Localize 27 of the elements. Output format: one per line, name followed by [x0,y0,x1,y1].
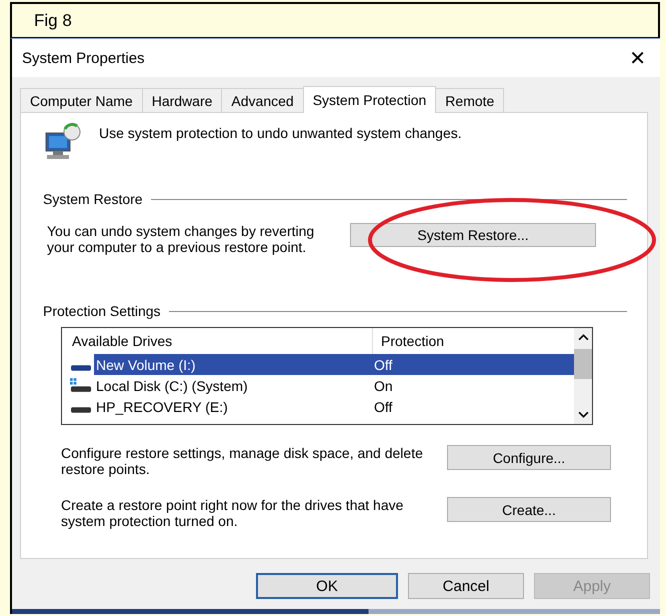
drive-row[interactable]: Local Disk (C:) (System) On [94,375,574,396]
column-header[interactable]: Protection [373,333,444,349]
drive-row[interactable]: New Volume (I:) Off [94,354,574,375]
drive-icon [71,407,91,413]
description-text: You can undo system changes by reverting your computer to a previous restore point. [46,223,316,255]
scroll-down-icon[interactable] [578,411,588,418]
description-text: Configure restore settings, manage disk space, and delete restore points. [60,445,424,477]
scroll-up-icon[interactable] [578,334,588,341]
system-drive-icon [70,378,92,393]
close-button[interactable]: ✕ [625,46,650,70]
window-title: System Properties [22,50,145,66]
dialog-button[interactable]: OK [256,573,398,599]
dialog-button[interactable]: Cancel [408,573,524,599]
tab[interactable]: Computer Name [20,88,143,112]
system-restore-button[interactable]: System Restore... [350,223,596,247]
section-heading: Protection Settings [43,303,161,319]
intro-text: Use system protection to undo unwanted system changes. [99,125,462,141]
tab[interactable]: Remote [435,88,504,112]
tab[interactable]: System Protection [302,86,436,113]
section-heading: System Restore [43,191,143,207]
scrollbar[interactable] [574,328,592,424]
drive-row[interactable]: HP_RECOVERY (E:) Off [94,396,574,417]
computer-restore-icon [43,121,83,161]
drive-icon [71,365,91,371]
action-button[interactable]: Create... [447,497,611,522]
description-text: Create a restore point right now for the drives that have system protection turned on. [60,497,404,529]
action-button[interactable]: Configure... [447,445,611,470]
